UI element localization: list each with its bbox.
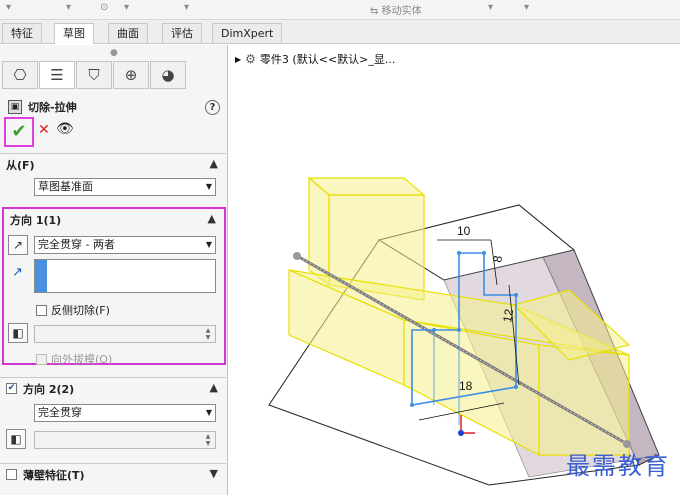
feature-manager-tab-icon[interactable]: ⎔ [2, 61, 38, 89]
dimension-label: 18 [459, 379, 473, 393]
tab-features[interactable]: 特征 [2, 23, 42, 43]
move-entity-button[interactable]: ⇆ 移动实体 [370, 2, 422, 17]
active-selection-indicator [35, 260, 47, 292]
direction1-header[interactable]: 方向 1(1) ▲ [4, 209, 224, 231]
collapse-chevron-icon[interactable]: ▲ [208, 212, 216, 225]
from-section-header[interactable]: 从(F) ▲ [0, 153, 226, 175]
direction2-end-condition-select[interactable]: 完全贯穿 ▼ [34, 404, 216, 422]
property-manager-panel: ● ⎔ ☰ ⛉ ⊕ ◕ ▣ 切除-拉伸 ? ✔ ✕ 👁 从(F) ▲ 草图基准面… [0, 45, 228, 495]
draft-angle-spinner[interactable]: ▲ ▼ [34, 325, 216, 343]
cancel-button[interactable]: ✕ [38, 122, 50, 138]
dimension-label: 12 [500, 308, 516, 324]
direction2-draft-spinner[interactable]: ▲ ▼ [34, 431, 216, 449]
property-manager-tab-icon[interactable]: ☰ [39, 61, 75, 89]
draft-outward-checkbox[interactable]: 向外拔模(O) [36, 351, 112, 367]
dimension-label: 10 [457, 224, 471, 238]
feature-title-row: ▣ 切除-拉伸 ? [8, 97, 220, 117]
dropdown-arrow-icon[interactable]: ▾ [184, 2, 189, 13]
checkbox-box[interactable] [36, 304, 47, 316]
cut-extrude-icon: ▣ [8, 100, 22, 114]
from-select[interactable]: 草图基准面 ▼ [34, 178, 216, 196]
graphics-viewport[interactable]: ▶ ⚙ 零件3 (默认<<默认>_显... 10 8 12 18 最需教育 [229, 45, 680, 495]
ok-button[interactable]: ✔ [4, 117, 34, 147]
panel-tabs: ⎔ ☰ ⛉ ⊕ ◕ [2, 61, 224, 91]
direction-of-extrusion-selection[interactable] [34, 259, 216, 293]
command-manager-tabs: 特征 草图 曲面 评估 DimXpert ⌕ ⌖ ↶ ▥ ⬚ ◪ [0, 20, 680, 60]
from-section-label: 从(F) [6, 158, 35, 172]
command-toolbar: ▾ ▾ ⊙ ▾ ▾ ⇆ 移动实体 ▾ ▾ [0, 0, 680, 20]
direction1-group: 方向 1(1) ▲ ↗ 完全贯穿 - 两者 ▼ ↗ 反侧切除(F) ◧ ▲ ▼ 向… [2, 207, 226, 367]
panel-grip-icon[interactable]: ● [110, 48, 118, 58]
tab-dimxpert[interactable]: DimXpert [212, 23, 283, 43]
chevron-down-icon: ▼ [205, 182, 212, 191]
thin-feature-checkbox[interactable] [6, 469, 17, 480]
tab-sketch[interactable]: 草图 [54, 23, 94, 44]
dropdown-arrow-icon[interactable]: ▾ [66, 2, 71, 13]
axis-end-handle [293, 252, 301, 260]
draft-icon[interactable]: ◧ [6, 429, 26, 449]
detailed-preview-icon[interactable]: 👁 [56, 121, 74, 137]
feature-title: 切除-拉伸 [28, 101, 77, 114]
draft-icon[interactable]: ◧ [8, 323, 28, 343]
checkbox-box[interactable] [36, 353, 47, 365]
spinner-arrows-icon[interactable]: ▲ ▼ [202, 327, 214, 341]
confirm-actions: ✔ ✕ 👁 [4, 117, 94, 147]
dropdown-arrow-icon[interactable]: ▾ [488, 2, 493, 13]
dropdown-arrow-icon[interactable]: ▾ [6, 2, 11, 13]
dropdown-arrow-icon[interactable]: ▾ [124, 2, 129, 13]
chevron-down-icon: ▼ [205, 240, 212, 249]
tool-icon[interactable]: ⊙ [100, 2, 108, 13]
configuration-manager-tab-icon[interactable]: ⛉ [76, 61, 112, 89]
move-entity-icon: ⇆ [370, 6, 379, 17]
collapse-chevron-icon[interactable]: ▲ [210, 157, 218, 170]
direction1-end-condition-select[interactable]: 完全贯穿 - 两者 ▼ [34, 236, 216, 254]
dimxpert-manager-tab-icon[interactable]: ⊕ [113, 61, 149, 89]
reverse-direction-icon[interactable]: ↗ [8, 235, 28, 255]
tab-surfaces[interactable]: 曲面 [108, 23, 148, 43]
watermark-logo: 最需教育 [566, 452, 670, 480]
direction2-label: 方向 2(2) [23, 382, 75, 396]
direction1-label: 方向 1(1) [10, 214, 62, 227]
direction-vector-icon: ↗ [12, 265, 23, 280]
flip-side-to-cut-checkbox[interactable]: 反侧切除(F) [36, 302, 110, 318]
tab-evaluate[interactable]: 评估 [162, 23, 202, 43]
dropdown-arrow-icon[interactable]: ▾ [524, 2, 529, 13]
direction2-checkbox[interactable]: ✔ [6, 383, 17, 394]
chevron-down-icon: ▼ [205, 408, 212, 417]
expand-chevron-icon[interactable]: ▼ [210, 467, 218, 480]
help-icon[interactable]: ? [205, 99, 220, 115]
model-graphics: 10 8 12 18 [268, 176, 660, 486]
direction2-header[interactable]: ✔ 方向 2(2) ▲ [0, 377, 226, 399]
display-manager-tab-icon[interactable]: ◕ [150, 61, 186, 89]
thin-feature-header[interactable]: 薄壁特征(T) ▼ [0, 463, 226, 485]
collapse-chevron-icon[interactable]: ▲ [210, 381, 218, 394]
thin-feature-label: 薄壁特征(T) [23, 468, 85, 482]
spinner-arrows-icon[interactable]: ▲ ▼ [202, 433, 214, 447]
